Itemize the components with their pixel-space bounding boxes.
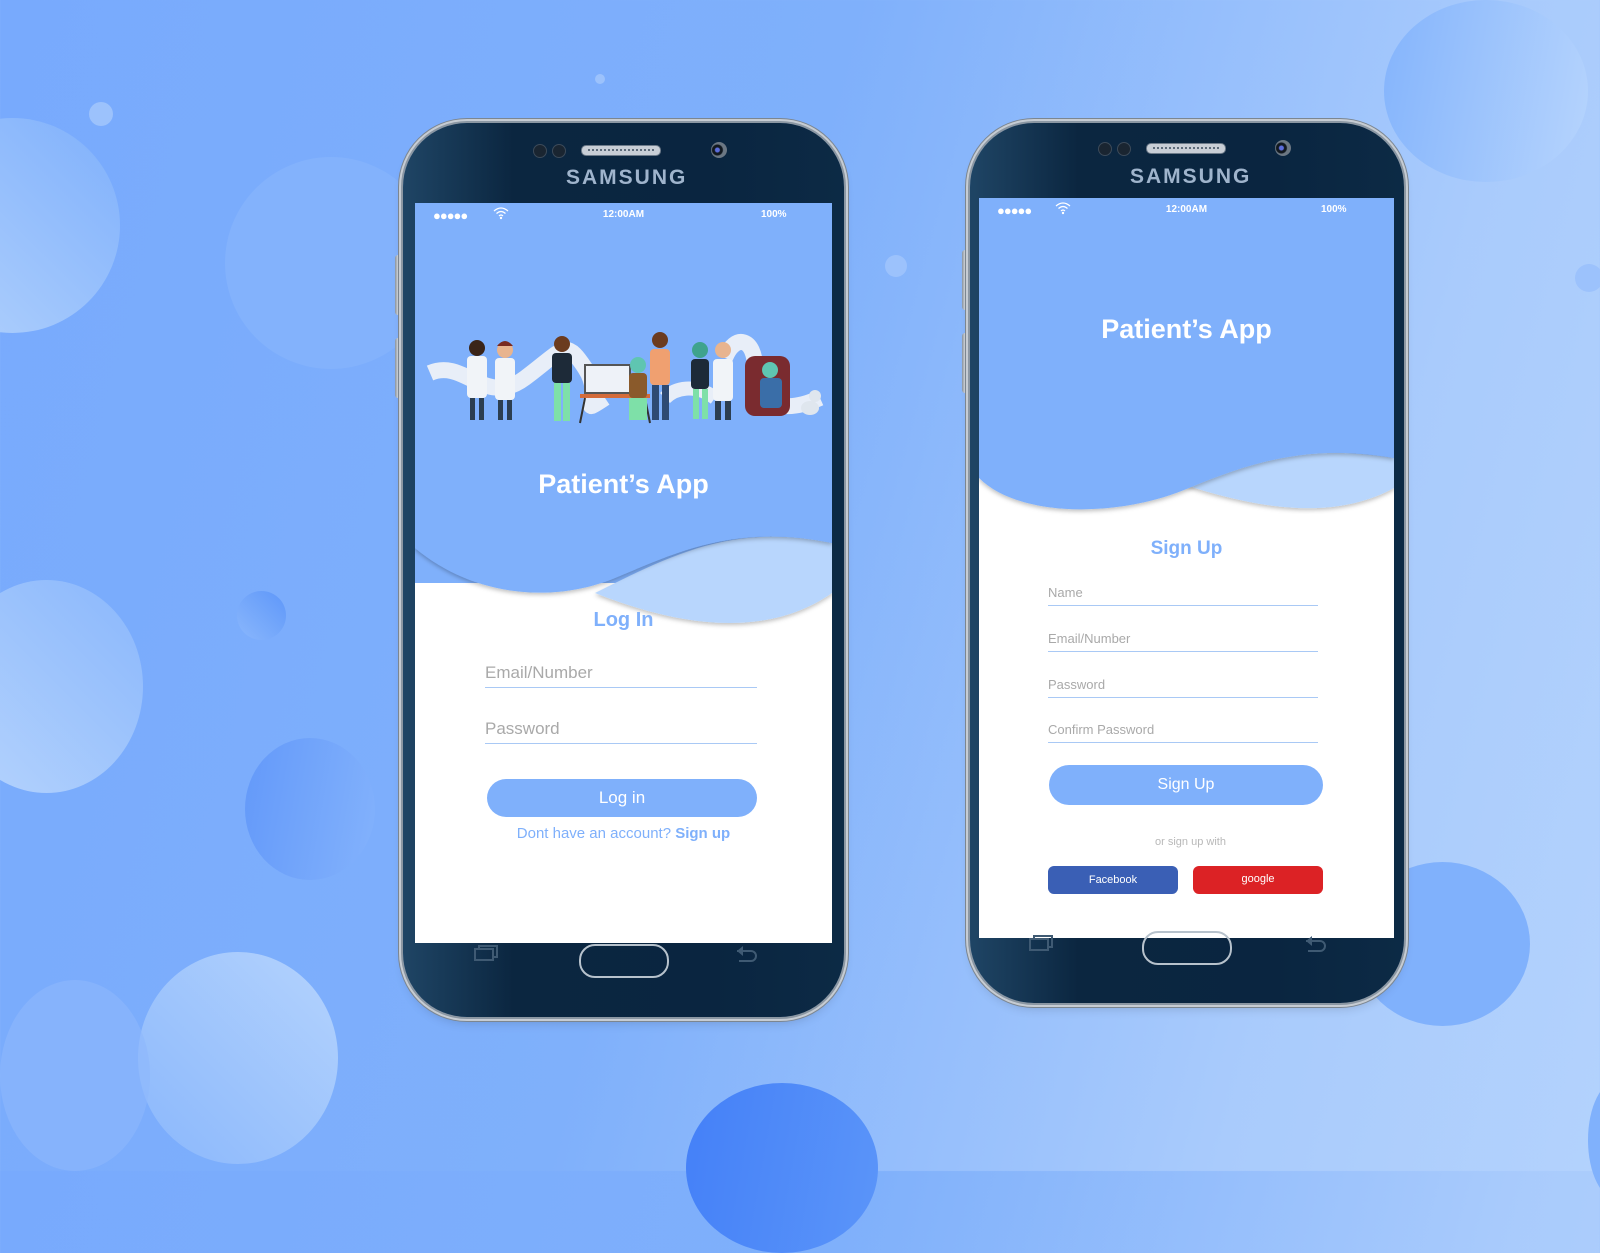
login-button[interactable]: Log in	[487, 779, 757, 817]
alt-signup-text: or sign up with	[1155, 836, 1226, 848]
signup-screen: ●●●●● 12:00AM 100% Patient’s App Sign Up…	[979, 198, 1394, 938]
volume-button	[395, 255, 401, 315]
healthcare-team-illustration	[426, 332, 824, 424]
front-camera-icon	[711, 142, 727, 158]
bg-bubble	[595, 74, 605, 84]
signup-phone: SAMSUNG ●●●●● 12:00AM 100% Patient’s App…	[970, 123, 1404, 1003]
recent-apps-icon[interactable]	[473, 943, 499, 969]
home-button[interactable]	[1142, 931, 1232, 965]
status-bar: ●●●●● 12:00AM 100%	[979, 198, 1394, 220]
proximity-sensor	[1117, 142, 1131, 156]
email-placeholder: Email/Number	[1048, 631, 1131, 646]
email-field[interactable]: Email/Number	[1048, 631, 1318, 652]
confirm-password-field[interactable]: Confirm Password	[1048, 722, 1318, 743]
proximity-sensor	[533, 144, 547, 158]
signup-prompt: Dont have an account? Sign up	[415, 825, 832, 842]
volume-button	[395, 338, 401, 398]
signup-link[interactable]: Sign up	[675, 825, 730, 842]
person-figure	[691, 342, 709, 419]
armchair-patient	[745, 356, 790, 416]
battery-level: 100%	[761, 209, 787, 220]
login-screen: ●●●●● 12:00AM 100% Patient’s App Log In …	[415, 203, 832, 943]
name-placeholder: Name	[1048, 585, 1083, 600]
back-icon[interactable]	[1302, 933, 1328, 959]
bg-bubble	[885, 255, 907, 277]
google-button[interactable]: google	[1193, 866, 1323, 894]
bg-bubble	[1588, 1080, 1600, 1200]
bg-bubble	[0, 980, 150, 1171]
signup-heading: Sign Up	[1150, 538, 1223, 559]
home-button[interactable]	[579, 944, 669, 978]
person-figure	[650, 332, 670, 420]
bg-bubble	[0, 118, 120, 333]
volume-button	[962, 333, 968, 393]
bg-bubble	[686, 1083, 878, 1253]
front-camera-icon	[1275, 140, 1291, 156]
bg-bubble	[1384, 0, 1588, 182]
bg-bubble	[0, 580, 143, 793]
bg-bubble	[245, 738, 375, 880]
facebook-button[interactable]: Facebook	[1048, 866, 1178, 894]
doctor-figure	[467, 340, 487, 420]
volume-button	[962, 250, 968, 310]
earpiece-speaker	[581, 145, 661, 156]
bg-bubble	[89, 102, 113, 126]
confirm-password-placeholder: Confirm Password	[1048, 722, 1155, 737]
login-phone: SAMSUNG ●●●●● 12:00AM 100% Patient’s App…	[403, 123, 844, 1017]
email-field[interactable]: Email/Number	[485, 663, 757, 688]
doctor-figure	[713, 342, 733, 420]
brand-logo: SAMSUNG	[1130, 165, 1252, 188]
status-bar: ●●●●● 12:00AM 100%	[415, 203, 832, 225]
bg-bubble	[138, 952, 338, 1164]
password-field[interactable]: Password	[1048, 677, 1318, 698]
bg-bubble	[1575, 264, 1600, 292]
back-icon[interactable]	[733, 943, 759, 969]
signup-button[interactable]: Sign Up	[1049, 765, 1323, 805]
password-placeholder: Password	[1048, 677, 1106, 692]
brand-logo: SAMSUNG	[566, 166, 688, 189]
signup-prompt-text: Dont have an account?	[516, 825, 672, 842]
person-figure	[629, 357, 647, 420]
recent-apps-icon[interactable]	[1028, 933, 1054, 959]
app-title: Patient’s App	[538, 469, 709, 499]
email-placeholder: Email/Number	[485, 663, 593, 682]
proximity-sensor	[1098, 142, 1112, 156]
doctor-figure	[495, 341, 515, 420]
password-placeholder: Password	[485, 719, 560, 738]
login-heading: Log In	[593, 609, 654, 631]
password-field[interactable]: Password	[485, 719, 757, 744]
battery-level: 100%	[1321, 204, 1347, 215]
earpiece-speaker	[1146, 143, 1226, 154]
bg-bubble	[237, 591, 286, 640]
header-wave	[979, 448, 1394, 510]
proximity-sensor	[552, 144, 566, 158]
app-title: Patient’s App	[1101, 314, 1272, 344]
name-field[interactable]: Name	[1048, 585, 1318, 606]
